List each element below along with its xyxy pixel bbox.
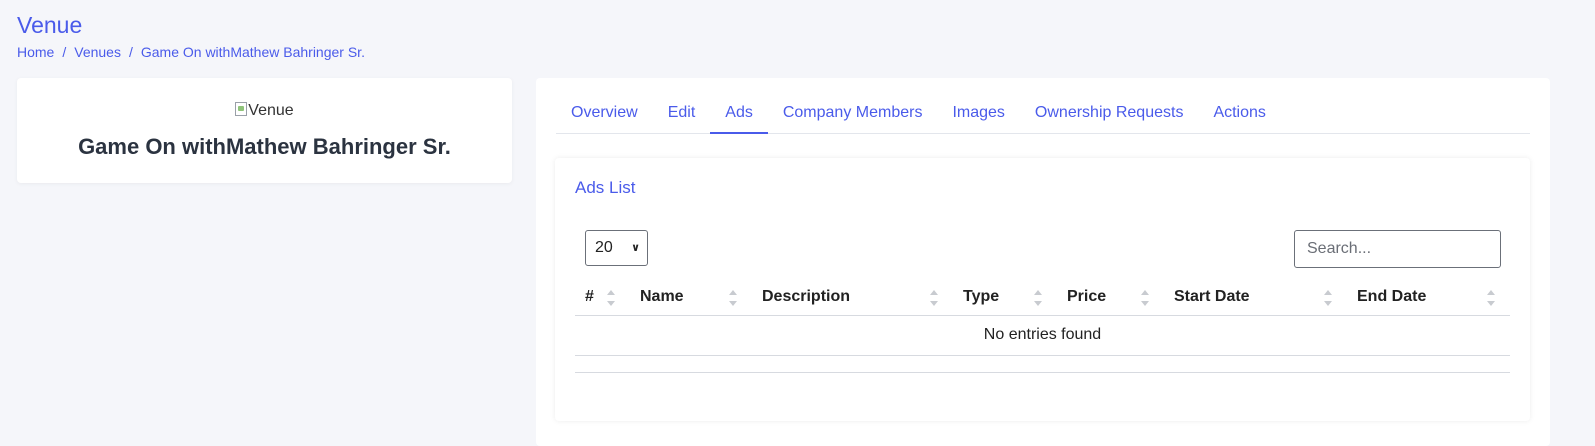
column-header-price[interactable]: Price xyxy=(1057,280,1164,316)
table-footer-divider xyxy=(575,372,1510,373)
breadcrumb-separator: / xyxy=(128,44,133,60)
search-input[interactable] xyxy=(1294,230,1501,268)
venue-summary-card: Venue Game On withMathew Bahringer Sr. xyxy=(17,78,512,183)
chevron-down-icon: ∨ xyxy=(631,242,640,254)
sort-icon xyxy=(729,288,737,308)
column-header-label: Price xyxy=(1067,288,1107,306)
tab-company-members[interactable]: Company Members xyxy=(768,98,938,134)
sort-icon xyxy=(1034,288,1042,308)
column-header-label: Start Date xyxy=(1174,288,1250,306)
sort-icon xyxy=(1141,288,1149,308)
sort-icon xyxy=(1324,288,1332,308)
breadcrumb-current-venue[interactable]: Game On withMathew Bahringer Sr. xyxy=(141,44,365,60)
column-header-type[interactable]: Type xyxy=(953,280,1057,316)
ads-table: # Name Description Type Price Start Date… xyxy=(575,280,1510,356)
tab-overview[interactable]: Overview xyxy=(556,98,653,134)
page-title: Venue xyxy=(17,12,83,38)
breadcrumb-separator: / xyxy=(62,44,67,60)
column-header-number[interactable]: # xyxy=(575,280,630,316)
ads-list-title: Ads List xyxy=(575,178,636,197)
column-header-name[interactable]: Name xyxy=(630,280,752,316)
column-header-description[interactable]: Description xyxy=(752,280,953,316)
empty-table-message: No entries found xyxy=(575,315,1510,356)
sort-icon xyxy=(930,288,938,308)
tab-actions[interactable]: Actions xyxy=(1198,98,1280,134)
tab-edit[interactable]: Edit xyxy=(653,98,711,134)
breadcrumb: Home / Venues / Game On withMathew Bahri… xyxy=(17,44,365,60)
tab-ownership-requests[interactable]: Ownership Requests xyxy=(1020,98,1199,134)
column-header-label: Description xyxy=(762,288,851,306)
broken-image-icon xyxy=(235,102,248,116)
venue-name: Game On withMathew Bahringer Sr. xyxy=(78,134,451,159)
venue-image: Venue xyxy=(17,102,512,120)
page-length-value: 20 xyxy=(595,239,613,256)
column-header-start-date[interactable]: Start Date xyxy=(1164,280,1347,316)
tab-bar: Overview Edit Ads Company Members Images… xyxy=(556,98,1530,134)
table-header-row: # Name Description Type Price Start Date… xyxy=(575,280,1510,316)
page-header: Venue Home / Venues / Game On withMathew… xyxy=(0,0,1595,72)
venue-detail-card: Overview Edit Ads Company Members Images… xyxy=(536,78,1550,446)
tab-images[interactable]: Images xyxy=(937,98,1019,134)
page-length-select[interactable]: 20 ∨ xyxy=(585,230,648,266)
column-header-label: End Date xyxy=(1357,288,1427,306)
tab-ads[interactable]: Ads xyxy=(710,98,768,134)
venue-image-alt: Venue xyxy=(248,102,294,119)
breadcrumb-home[interactable]: Home xyxy=(17,44,54,60)
column-header-end-date[interactable]: End Date xyxy=(1347,280,1510,316)
column-header-label: Name xyxy=(640,288,684,306)
sort-icon xyxy=(607,288,615,308)
ads-list-card: Ads List 20 ∨ # Name Description xyxy=(555,158,1530,421)
table-row: No entries found xyxy=(575,315,1510,356)
column-header-label: Type xyxy=(963,288,1000,306)
sort-icon xyxy=(1487,288,1495,308)
column-header-label: # xyxy=(585,288,594,306)
breadcrumb-venues[interactable]: Venues xyxy=(74,44,121,60)
